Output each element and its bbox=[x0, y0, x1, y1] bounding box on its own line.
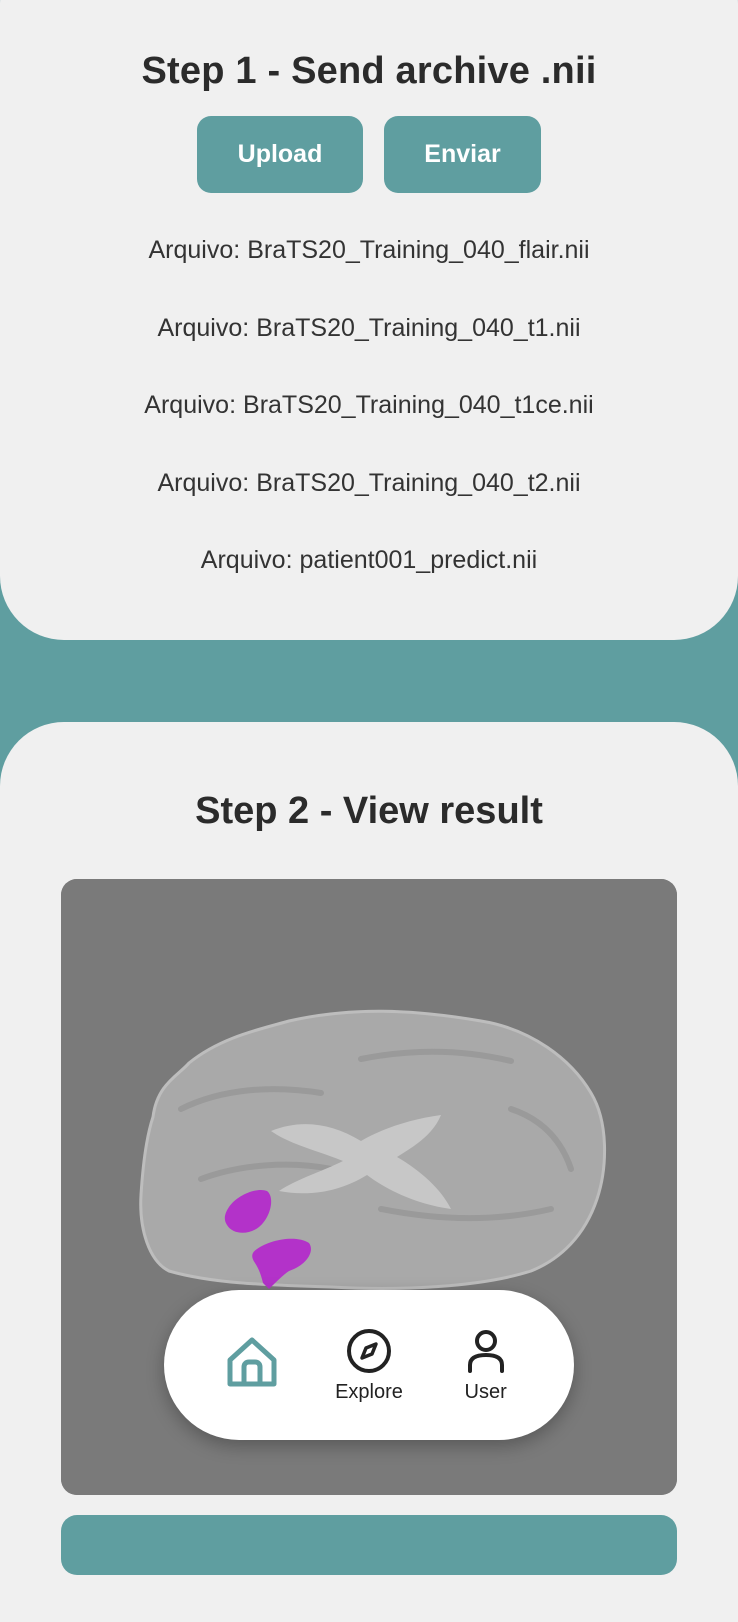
step1-button-row: Upload Enviar bbox=[0, 116, 738, 193]
file-list: Arquivo: BraTS20_Training_040_flair.nii … bbox=[0, 236, 738, 624]
nav-explore[interactable]: Explore bbox=[319, 1310, 419, 1420]
send-button[interactable]: Enviar bbox=[384, 116, 541, 193]
next-step-bar bbox=[61, 1515, 677, 1575]
upload-button[interactable]: Upload bbox=[197, 116, 363, 193]
compass-icon bbox=[346, 1328, 391, 1373]
file-name: BraTS20_Training_040_t1ce.nii bbox=[243, 391, 594, 419]
file-prefix: Arquivo: bbox=[200, 546, 293, 574]
file-prefix: Arquivo: bbox=[144, 391, 237, 419]
step1-card: Step 1 - Send archive .nii Upload Enviar… bbox=[0, 0, 738, 640]
file-name: BraTS20_Training_040_t2.nii bbox=[256, 468, 581, 497]
file-name: BraTS20_Training_040_flair.nii bbox=[247, 236, 590, 264]
step2-card: Step 2 - View result bbox=[0, 722, 738, 1622]
file-name: BraTS20_Training_040_t1.nii bbox=[256, 313, 581, 342]
nav-user[interactable]: User bbox=[436, 1310, 536, 1420]
file-item: Arquivo: patient001_predict.nii bbox=[0, 546, 738, 624]
file-item: Arquivo: BraTS20_Training_040_t1.nii bbox=[0, 314, 738, 392]
nav-label: User bbox=[464, 1380, 507, 1403]
file-item: Arquivo: BraTS20_Training_040_flair.nii bbox=[0, 236, 738, 314]
bottom-nav: Explore User bbox=[164, 1290, 574, 1440]
nav-home[interactable] bbox=[202, 1310, 302, 1420]
nav-label: Explore bbox=[335, 1380, 403, 1403]
file-prefix: Arquivo: bbox=[148, 236, 241, 264]
file-prefix: Arquivo: bbox=[157, 468, 250, 497]
file-prefix: Arquivo: bbox=[157, 313, 250, 342]
home-icon bbox=[227, 1337, 277, 1387]
user-icon bbox=[467, 1329, 504, 1373]
file-name: patient001_predict.nii bbox=[299, 546, 538, 574]
file-item: Arquivo: BraTS20_Training_040_t2.nii bbox=[0, 469, 738, 547]
step1-title: Step 1 - Send archive .nii bbox=[141, 50, 597, 92]
file-item: Arquivo: BraTS20_Training_040_t1ce.nii bbox=[0, 391, 738, 469]
step2-title: Step 2 - View result bbox=[195, 790, 543, 832]
